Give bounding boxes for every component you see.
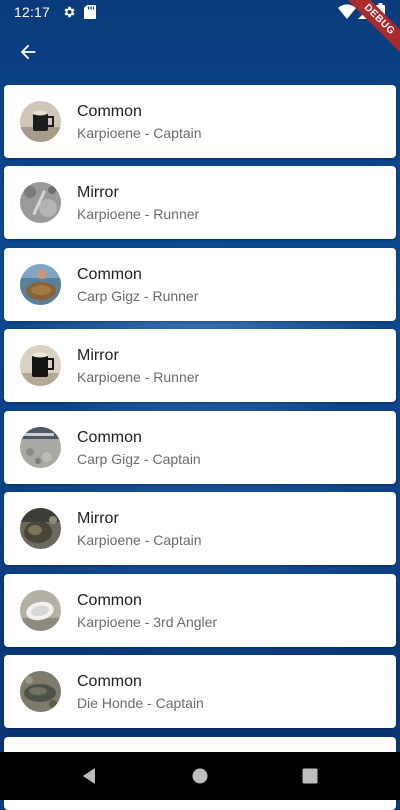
catch-photo [20,182,61,223]
item-subtitle: Carp Gigz - Captain [77,451,201,467]
item-subtitle: Carp Gigz - Runner [77,288,199,304]
catch-photo [20,101,61,142]
gear-icon [64,6,75,18]
sd-card-icon [84,5,96,19]
back-triangle-icon[interactable] [78,764,102,788]
catch-photo [20,345,61,386]
status-time: 12:17 [14,4,51,20]
item-title: Common [77,673,142,690]
home-circle-icon[interactable] [188,764,212,788]
item-title: Mirror [77,510,119,527]
item-subtitle: Karpioene - Runner [77,206,200,222]
list-item[interactable]: Mirror Karpioene - Runner [4,329,396,402]
system-nav-bar [0,752,400,800]
list-item[interactable]: Common Carp Gigz - Runner [4,248,396,321]
item-title: Common [77,103,142,120]
catch-photo [20,671,61,712]
list-item[interactable]: Common Carp Gigz - Captain [4,411,396,484]
arrow-back-icon [20,44,36,60]
list-item[interactable]: Mirror Karpioene - Captain [4,492,396,565]
status-bar: 12:17 [0,0,400,24]
item-subtitle: Karpioene - Captain [77,532,202,548]
back-button[interactable] [12,36,44,68]
list-item[interactable]: Common Die Honde - Captain [4,655,396,728]
item-subtitle: Karpioene - Runner [77,369,200,385]
catch-photo [20,264,61,305]
list-item[interactable]: Common Karpioene - Captain [4,85,396,158]
app-bar [0,24,400,80]
item-title: Common [77,266,142,283]
item-title: Mirror [77,184,119,201]
item-subtitle: Karpioene - 3rd Angler [77,614,218,630]
list-item[interactable]: Mirror Karpioene - Runner [4,166,396,239]
recents-square-icon[interactable] [298,764,322,788]
catch-photo [20,508,61,549]
catch-photo [20,427,61,468]
item-title: Mirror [77,347,119,364]
item-title: Common [77,592,142,609]
catch-photo [20,590,61,631]
item-subtitle: Karpioene - Captain [77,125,202,141]
list-item[interactable]: Common Karpioene - 3rd Angler [4,574,396,647]
item-title: Common [77,429,142,446]
item-subtitle: Die Honde - Captain [77,695,204,711]
